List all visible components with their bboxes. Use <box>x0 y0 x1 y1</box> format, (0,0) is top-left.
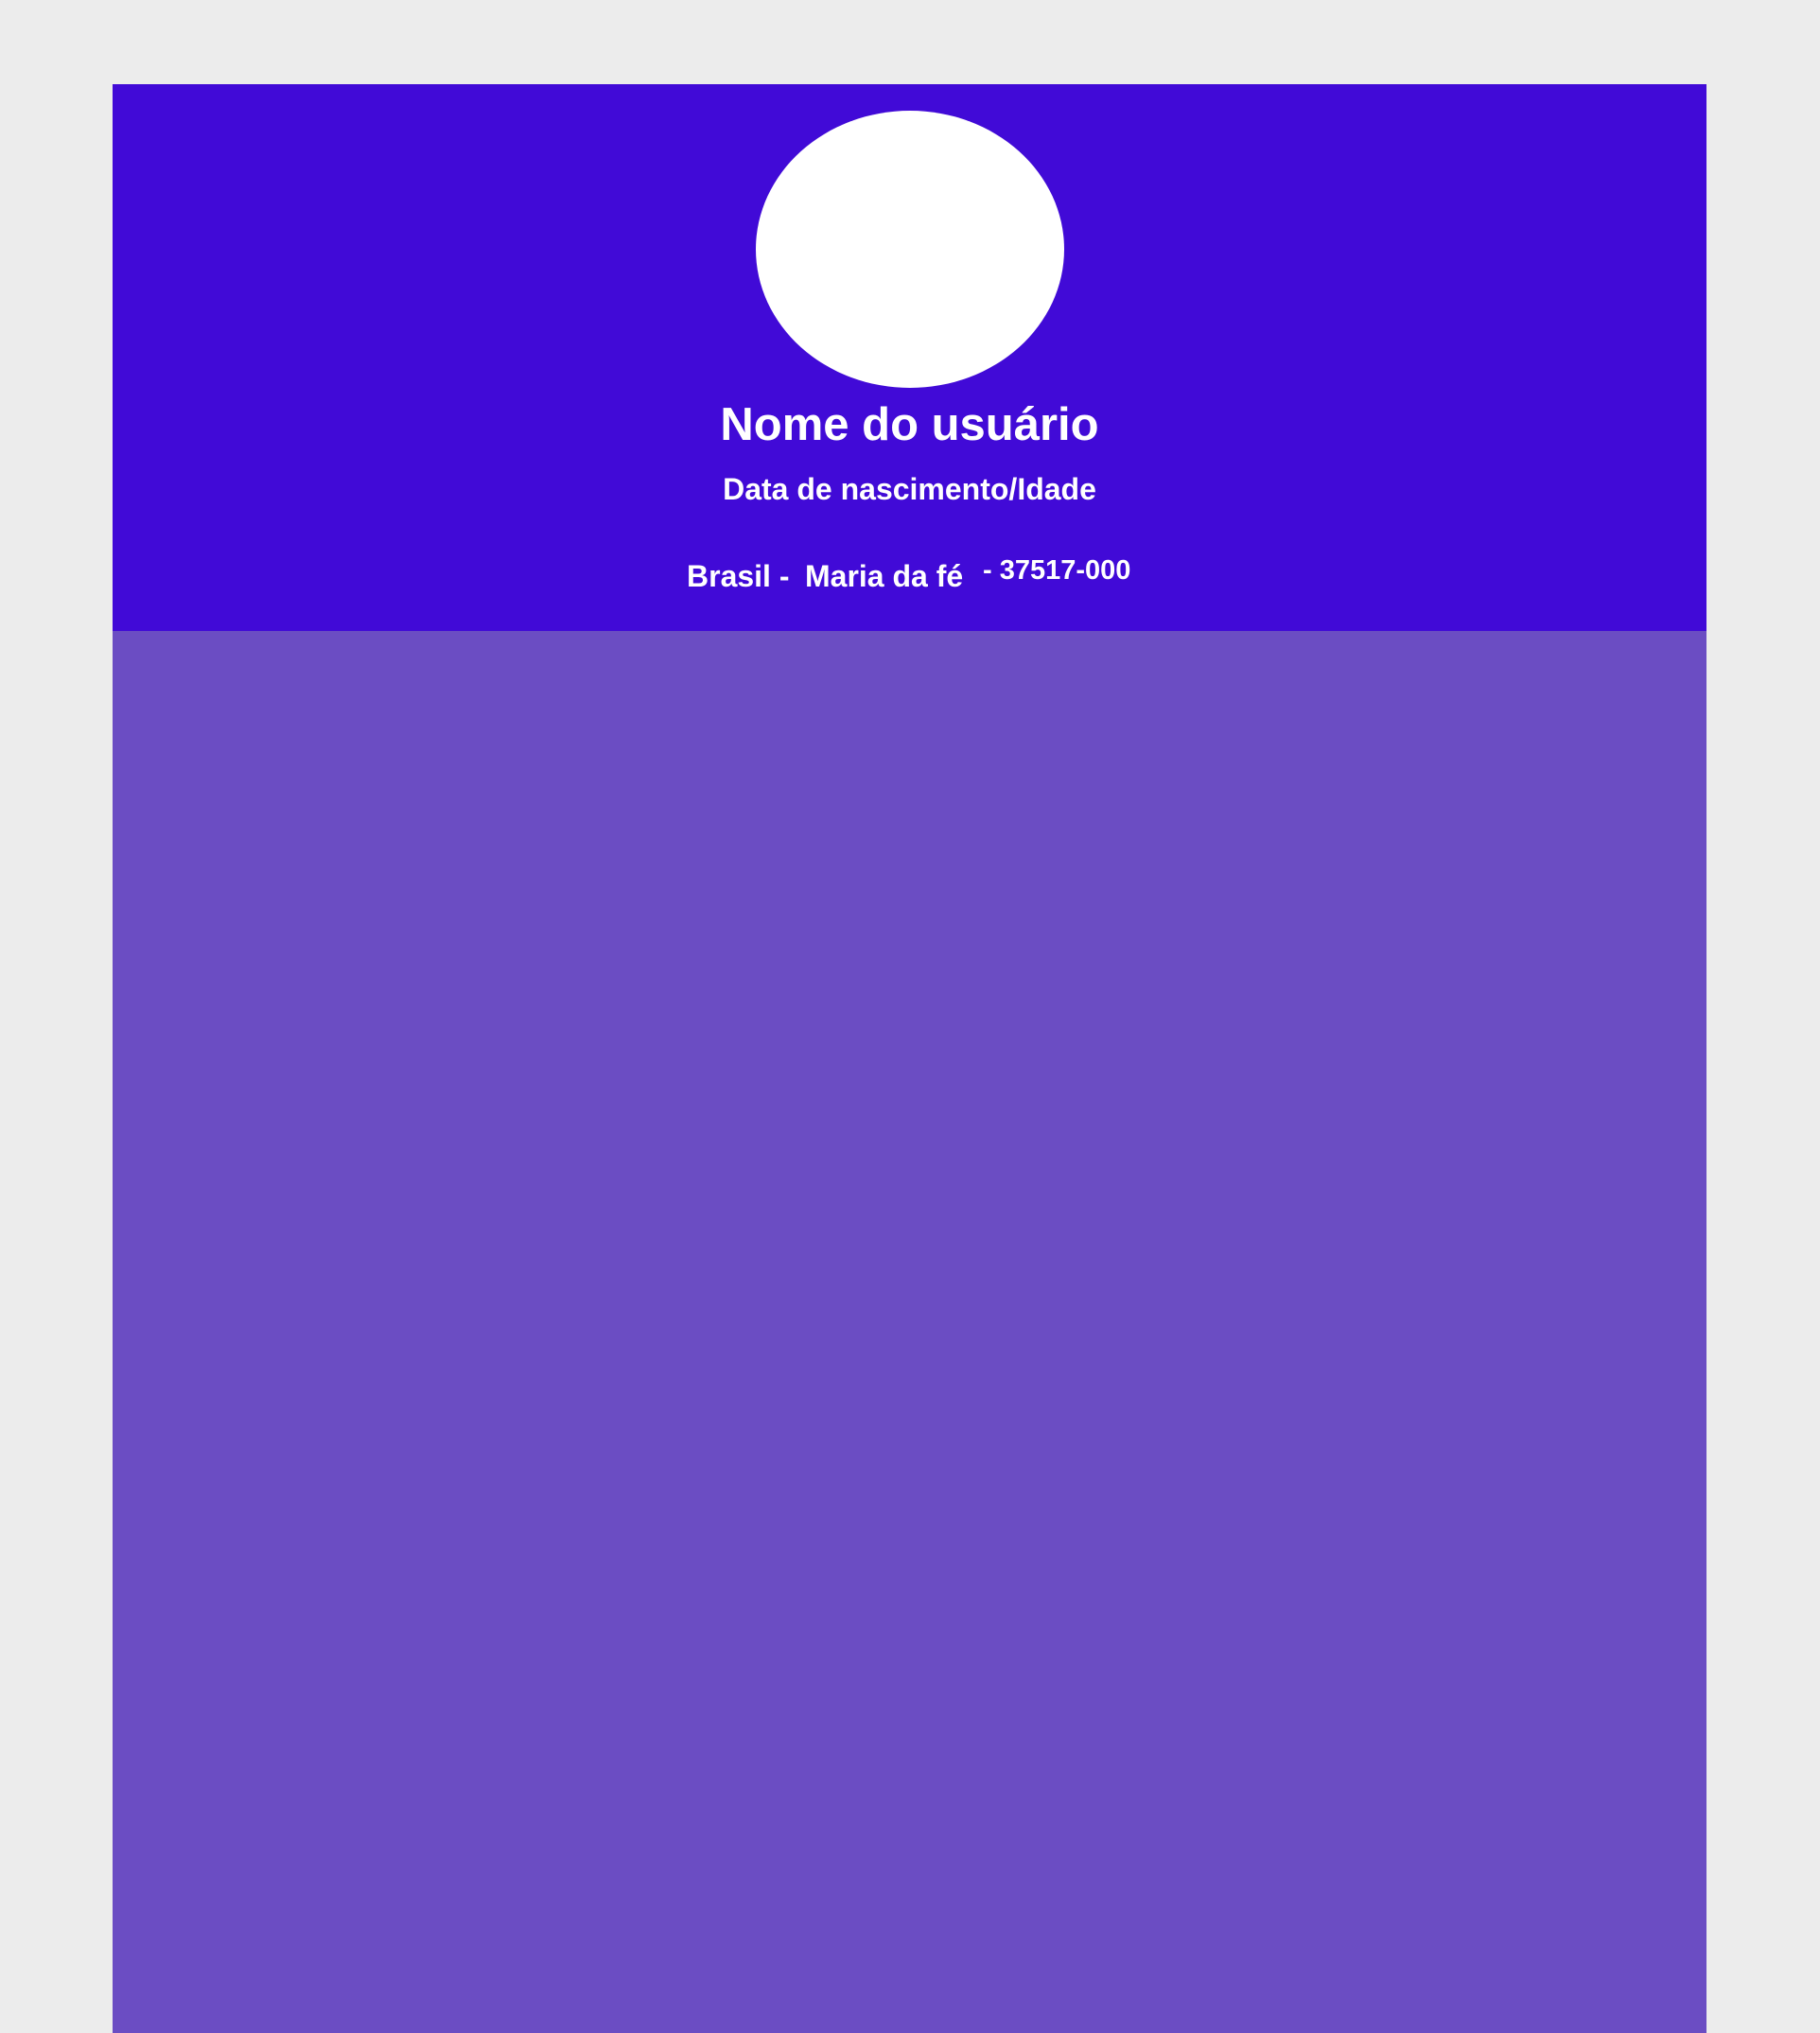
profile-card: Nome do usuário Data de nascimento/Idade… <box>113 84 1706 2033</box>
avatar[interactable] <box>756 111 1064 388</box>
location-zip: - 37517-000 <box>983 555 1131 586</box>
user-name: Nome do usuário <box>720 399 1099 450</box>
profile-content-area <box>113 631 1706 2033</box>
birth-date-age: Data de nascimento/Idade <box>723 472 1096 506</box>
location: Brasil - Maria da fé - 37517-000 <box>113 557 1706 605</box>
location-country: Brasil - <box>687 559 790 593</box>
profile-header: Nome do usuário Data de nascimento/Idade… <box>113 84 1706 631</box>
location-city: Maria da fé <box>805 559 964 593</box>
